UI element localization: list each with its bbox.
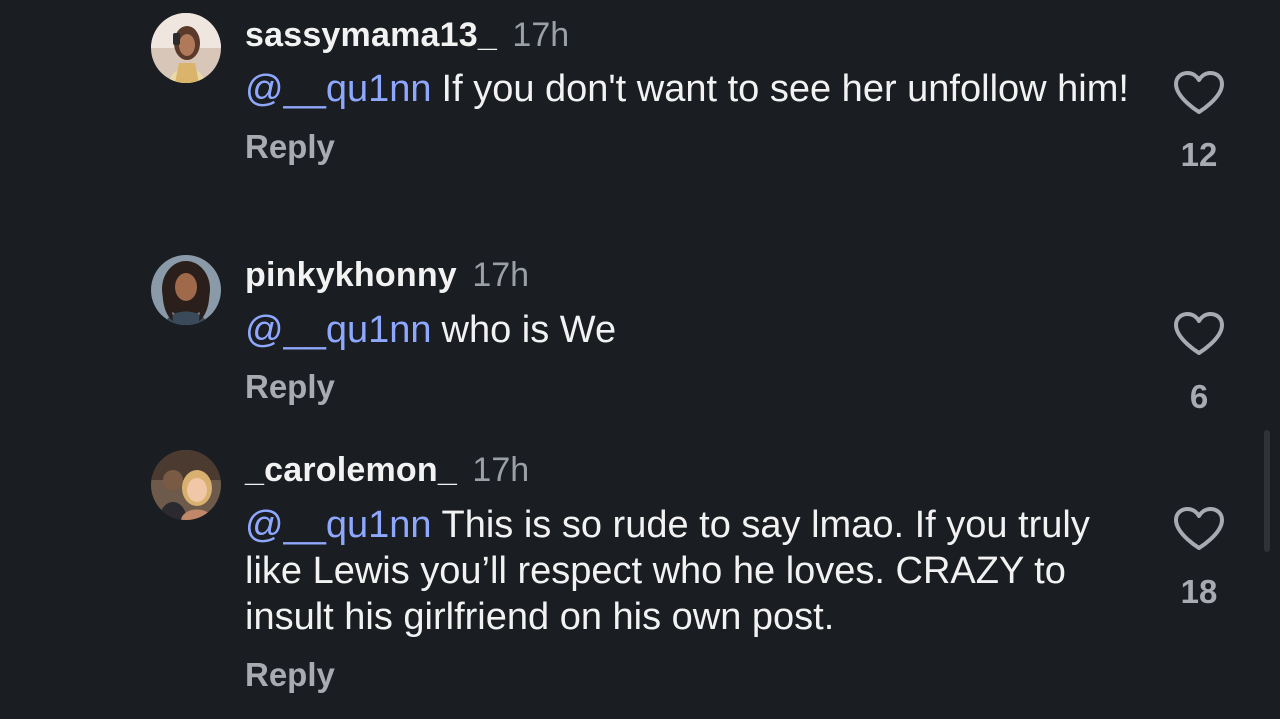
avatar[interactable] bbox=[151, 13, 221, 83]
comment-body: _carolemon_ 17h @__qu1nn This is so rude … bbox=[245, 450, 1145, 694]
like-count: 18 bbox=[1180, 573, 1218, 610]
like-button[interactable] bbox=[1172, 70, 1226, 116]
avatar-photo-icon bbox=[151, 13, 221, 83]
heart-icon bbox=[1174, 507, 1224, 550]
like-button[interactable] bbox=[1172, 506, 1226, 552]
avatar[interactable] bbox=[151, 255, 221, 325]
reply-button[interactable]: Reply bbox=[245, 656, 335, 694]
scrollbar[interactable] bbox=[1264, 430, 1270, 552]
timestamp: 17h bbox=[472, 451, 530, 489]
reply-button[interactable]: Reply bbox=[245, 128, 335, 166]
username[interactable]: pinkykhonny bbox=[245, 256, 457, 294]
comments-thread: sassymama13_ 17h @__qu1nn If you don't wa… bbox=[0, 0, 1280, 719]
like-count: 6 bbox=[1189, 378, 1209, 415]
heart-icon bbox=[1174, 312, 1224, 355]
avatar-photo-icon bbox=[151, 450, 221, 520]
comment-meta: pinkykhonny 17h bbox=[245, 255, 1145, 295]
comment-text: @__qu1nn If you don't want to see her unf… bbox=[245, 66, 1145, 112]
comment-meta: _carolemon_ 17h bbox=[245, 450, 1145, 490]
mention-link[interactable]: @__qu1nn bbox=[245, 504, 432, 546]
comment-body: pinkykhonny 17h @__qu1nn who is We Reply bbox=[245, 255, 1145, 406]
comment-text: @__qu1nn who is We bbox=[245, 307, 1145, 353]
comment-body: sassymama13_ 17h @__qu1nn If you don't wa… bbox=[245, 15, 1145, 166]
mention-link[interactable]: @__qu1nn bbox=[245, 68, 432, 110]
timestamp: 17h bbox=[512, 16, 570, 54]
avatar-photo-icon bbox=[151, 255, 221, 325]
heart-icon bbox=[1174, 71, 1224, 114]
comment-message: If you don't want to see her unfollow hi… bbox=[441, 68, 1129, 110]
like-button[interactable] bbox=[1172, 311, 1226, 357]
mention-link[interactable]: @__qu1nn bbox=[245, 309, 432, 351]
timestamp: 17h bbox=[472, 256, 530, 294]
username[interactable]: sassymama13_ bbox=[245, 16, 497, 54]
comment-meta: sassymama13_ 17h bbox=[245, 15, 1145, 55]
avatar[interactable] bbox=[151, 450, 221, 520]
comment-message: who is We bbox=[441, 309, 617, 351]
reply-button[interactable]: Reply bbox=[245, 368, 335, 406]
comment-text: @__qu1nn This is so rude to say lmao. If … bbox=[245, 502, 1125, 640]
username[interactable]: _carolemon_ bbox=[245, 451, 457, 489]
like-count: 12 bbox=[1180, 136, 1218, 173]
